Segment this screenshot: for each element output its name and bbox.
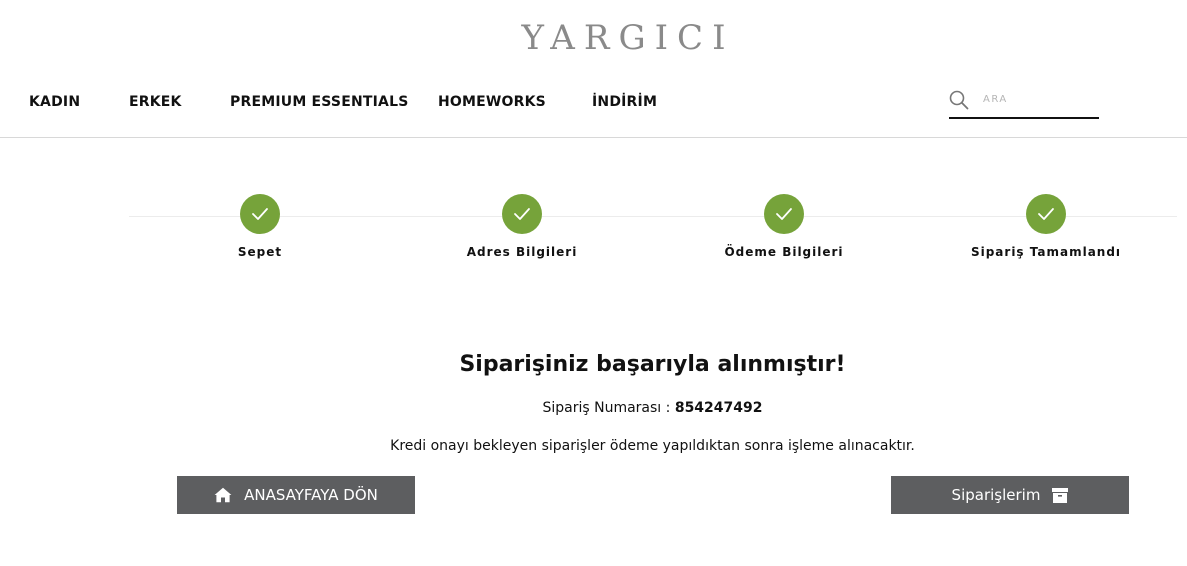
payment-info-text: Kredi onayı bekleyen siparişler ödeme ya…: [390, 438, 915, 454]
step-label: Adres Bilgileri: [466, 245, 578, 259]
step-complete-circle: [1026, 194, 1066, 234]
header-divider: [0, 137, 1187, 138]
check-icon: [514, 208, 530, 220]
success-title: Siparişiniz başarıyla alınmıştır!: [459, 352, 846, 377]
search-input[interactable]: [983, 89, 1093, 109]
order-number-line: Sipariş Numarası : 854247492: [140, 400, 1165, 416]
back-to-home-button[interactable]: ANASAYFAYA DÖN: [177, 476, 415, 514]
nav-item-premium-essentials[interactable]: PREMIUM ESSENTIALS: [230, 94, 409, 110]
my-orders-label: Siparişlerim: [951, 486, 1041, 504]
search-box: [949, 84, 1099, 119]
step-label: Sepet: [237, 245, 283, 259]
checkout-step-tamamlandi: Sipariş Tamamlandı: [936, 194, 1156, 259]
nav-item-kadin[interactable]: KADIN: [29, 94, 80, 110]
my-orders-button[interactable]: Siparişlerim: [891, 476, 1129, 514]
step-complete-circle: [502, 194, 542, 234]
step-complete-circle: [764, 194, 804, 234]
nav-item-erkek[interactable]: ERKEK: [129, 94, 182, 110]
step-label: Ödeme Bilgileri: [724, 245, 844, 259]
search-icon[interactable]: [949, 90, 969, 110]
back-to-home-label: ANASAYFAYA DÖN: [244, 486, 378, 504]
home-icon: [214, 487, 232, 503]
checkout-step-adres: Adres Bilgileri: [412, 194, 632, 259]
order-number-label: Sipariş Numarası :: [542, 400, 675, 416]
checkout-step-sepet: Sepet: [150, 194, 370, 259]
brand-logo[interactable]: YARGICI: [0, 18, 1187, 58]
check-icon: [776, 208, 792, 220]
step-label: Sipariş Tamamlandı: [970, 245, 1122, 259]
check-icon: [1038, 208, 1054, 220]
archive-icon: [1052, 487, 1069, 503]
order-number: 854247492: [674, 400, 763, 416]
nav-item-homeworks[interactable]: HOMEWORKS: [438, 94, 546, 110]
step-complete-circle: [240, 194, 280, 234]
check-icon: [252, 208, 268, 220]
checkout-step-odeme: Ödeme Bilgileri: [674, 194, 894, 259]
nav-item-indirim[interactable]: İNDİRİM: [592, 94, 657, 110]
